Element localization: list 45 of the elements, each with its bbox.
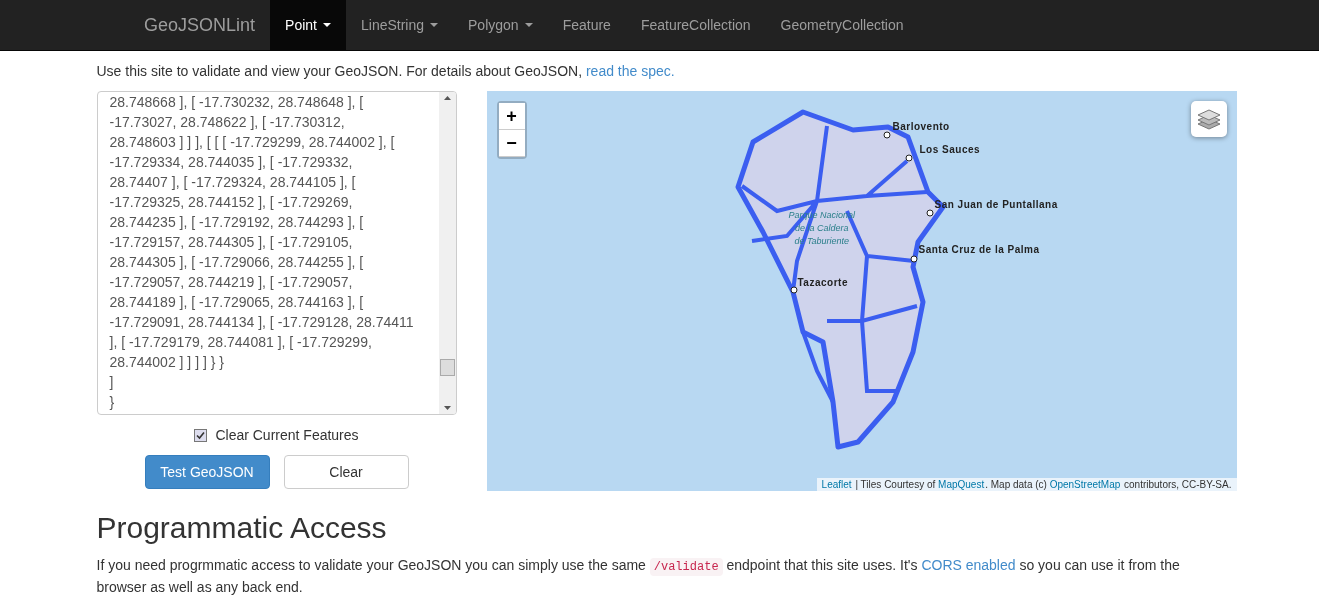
town-marker-icon bbox=[789, 286, 798, 294]
place-label: Santa Cruz de la Palma bbox=[918, 244, 1040, 255]
layers-icon bbox=[1195, 107, 1222, 131]
caret-icon bbox=[524, 23, 533, 27]
checkbox[interactable] bbox=[194, 428, 208, 442]
intro-text: Use this site to validate and view your GeoJSON. For details about GeoJSON, read the spec. bbox=[96, 62, 676, 81]
nav-item[interactable]: Feature bbox=[547, 0, 626, 50]
checkbox-label: Clear Current Features bbox=[215, 427, 359, 443]
scrollbar-thumb[interactable] bbox=[439, 359, 455, 376]
zoom-out-button[interactable]: − bbox=[498, 130, 525, 157]
caret-icon bbox=[430, 23, 439, 27]
place-label: Tazacorte bbox=[797, 277, 848, 288]
town-marker-icon bbox=[904, 154, 913, 162]
spec-link[interactable]: read the spec. bbox=[585, 63, 675, 79]
nav-item[interactable]: LineString bbox=[346, 0, 454, 50]
brand-link[interactable]: GeoJSONLint bbox=[129, 0, 271, 50]
zoom-in-button[interactable]: + bbox=[498, 103, 525, 130]
town-marker-icon bbox=[909, 255, 918, 263]
scroll-down-icon[interactable] bbox=[443, 406, 451, 410]
map-view[interactable] bbox=[486, 91, 1237, 491]
nav-item[interactable]: Polygon bbox=[453, 0, 548, 50]
nav-item[interactable]: Point bbox=[270, 0, 346, 50]
place-label: Los Sauces bbox=[919, 144, 981, 155]
attribution-link[interactable]: MapQuest bbox=[938, 479, 985, 490]
action-button[interactable]: Clear bbox=[283, 455, 409, 489]
attribution-link[interactable]: OpenStreetMap bbox=[1049, 479, 1121, 490]
attribution-text: | Tiles Courtesy of bbox=[854, 479, 937, 490]
scrollbar[interactable] bbox=[438, 92, 456, 414]
scroll-up-icon[interactable] bbox=[443, 96, 451, 100]
section-heading: Programmatic Access bbox=[96, 511, 388, 545]
cors-link[interactable]: CORS enabled bbox=[921, 557, 1016, 573]
town-marker-icon bbox=[882, 131, 891, 139]
access-paragraph: If you need progrmmatic access to validate your GeoJSON you can simply use the same /validate endpoint that this site uses. It's CORS enabled so you can use it from the browser as well as any back end. bbox=[96, 556, 1181, 597]
layers-button[interactable] bbox=[1190, 101, 1227, 137]
place-label: Barlovento bbox=[892, 121, 950, 132]
inline-code: /validate bbox=[649, 558, 723, 576]
action-button[interactable]: Test GeoJSON bbox=[144, 455, 270, 489]
nav-item[interactable]: GeometryCollection bbox=[765, 0, 919, 50]
attribution-text: contributors, CC-BY-SA. bbox=[1123, 479, 1232, 490]
attribution-link[interactable]: Leaflet bbox=[821, 479, 852, 490]
attribution-text: . Map data (c) bbox=[985, 479, 1048, 490]
caret-icon bbox=[323, 23, 331, 27]
geojson-textarea[interactable]: 28.748668 ], [ -17.730232, 28.748648 ], [ -17.73027, 28.748622 ], [ -17.730312, 28.748603 ] ] ], [ [ [ -17.729299, 28.744002 ], [ -17.729334, 28.744035 ], [ -17.729332, 28.74407 ], [ -17.729324, 28.744105 ], [ -17.729325, 28.744152 ], [ -17.729269, 28.744235 ], [ -17.729192, 28.744293 ], [ -17.729157, 28.744305 ], [ -17.729105, 28.744305 ], [ -17.729066, 28.744255 ], [ -17.729057, 28.744219 ], [ -17.729057, 28.744189 ], [ -17.729065, 28.744163 ], [ -17.729091, 28.744134 ], [ -17.729128, 28.74411 ], [ -17.729179, 28.744081 ], [ -17.729299, 28.744002 ] ] ] ] } } ] } bbox=[96, 91, 457, 415]
town-marker-icon bbox=[925, 209, 934, 217]
nav-item[interactable]: FeatureCollection bbox=[625, 0, 766, 50]
